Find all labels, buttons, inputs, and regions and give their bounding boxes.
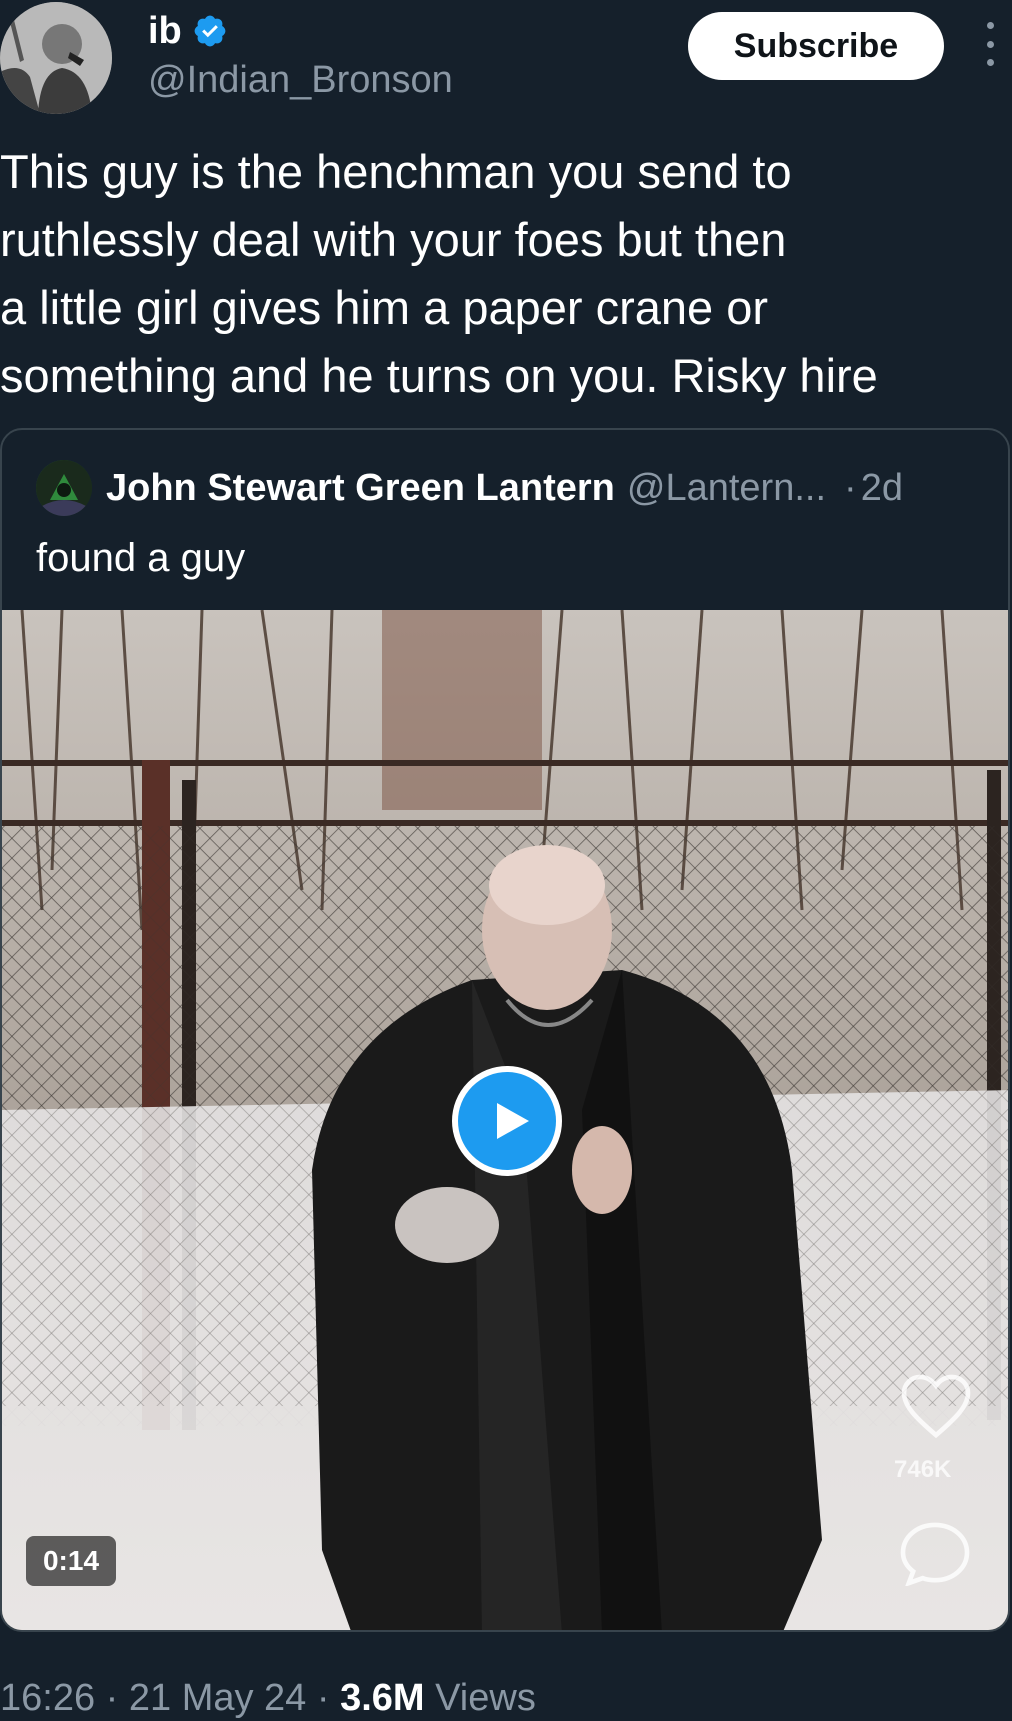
author-name-row[interactable]: ib bbox=[148, 10, 228, 52]
quoted-timestamp[interactable]: 2d bbox=[861, 467, 903, 510]
views-count[interactable]: 3.6M bbox=[340, 1677, 424, 1719]
quoted-tweet[interactable]: John Stewart Green Lantern @Lantern... ·… bbox=[0, 428, 1010, 1632]
play-button[interactable] bbox=[452, 1066, 562, 1176]
more-options-icon[interactable] bbox=[978, 22, 1002, 66]
play-icon bbox=[497, 1103, 529, 1139]
author-avatar[interactable] bbox=[0, 2, 112, 114]
tweet-text: This guy is the henchman you send to rut… bbox=[0, 145, 878, 402]
author-name[interactable]: ib bbox=[148, 10, 182, 52]
quoted-author-handle[interactable]: @Lantern... bbox=[627, 467, 826, 510]
subscribe-button[interactable]: Subscribe bbox=[688, 12, 944, 80]
meta-separator: · bbox=[306, 1677, 341, 1719]
author-handle[interactable]: @Indian_Bronson bbox=[148, 58, 453, 102]
tweet-date[interactable]: 21 May 24 bbox=[129, 1677, 306, 1719]
quoted-video[interactable]: 746K 0:14 bbox=[2, 610, 1008, 1630]
meta-separator: · bbox=[95, 1677, 129, 1719]
quoted-tweet-text: found a guy bbox=[36, 536, 246, 580]
quoted-separator: · bbox=[844, 466, 857, 509]
comment-icon bbox=[900, 1522, 970, 1586]
tweet-meta: 16:26 · 21 May 24 · 3.6M Views bbox=[0, 1676, 536, 1720]
verified-badge-icon bbox=[192, 13, 228, 49]
quoted-author-name[interactable]: John Stewart Green Lantern bbox=[106, 467, 615, 510]
quoted-author-avatar[interactable] bbox=[36, 460, 92, 516]
video-duration-badge: 0:14 bbox=[26, 1536, 116, 1586]
tweet-time[interactable]: 16:26 bbox=[0, 1677, 95, 1719]
views-label: Views bbox=[424, 1677, 536, 1719]
quoted-tweet-header: John Stewart Green Lantern @Lantern... ·… bbox=[36, 460, 903, 516]
heart-icon bbox=[901, 1374, 971, 1438]
tweet-header: ib @Indian_Bronson Subscribe bbox=[0, 0, 1012, 120]
overlay-like-count: 746K bbox=[894, 1456, 952, 1483]
